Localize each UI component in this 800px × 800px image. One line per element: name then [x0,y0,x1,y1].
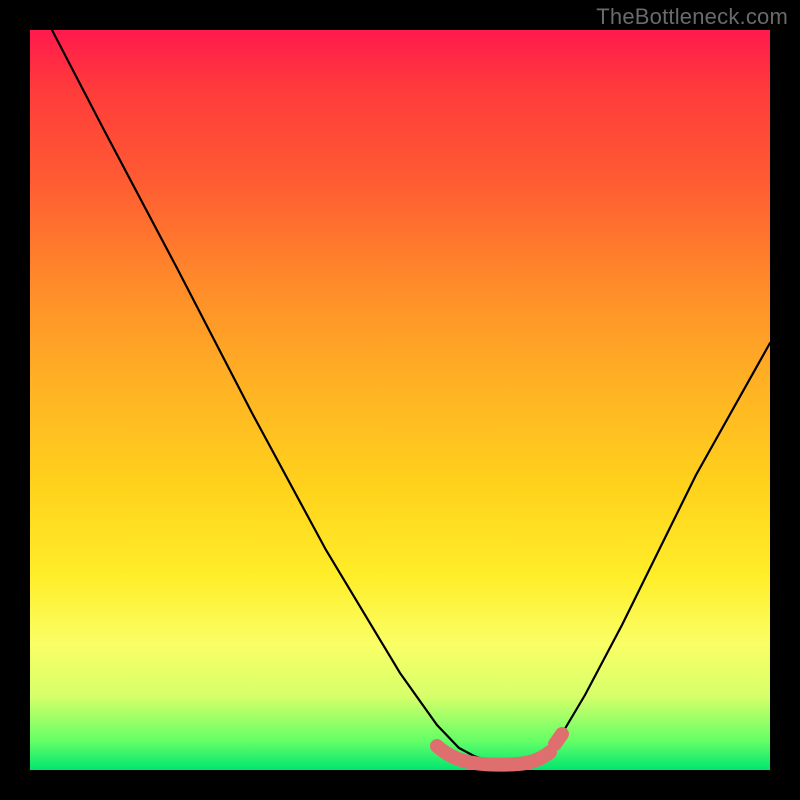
watermark: TheBottleneck.com [596,4,788,30]
chart-frame: TheBottleneck.com [0,0,800,800]
trough-highlight [437,734,562,765]
bottleneck-curve [52,30,770,763]
chart-svg [30,30,770,770]
